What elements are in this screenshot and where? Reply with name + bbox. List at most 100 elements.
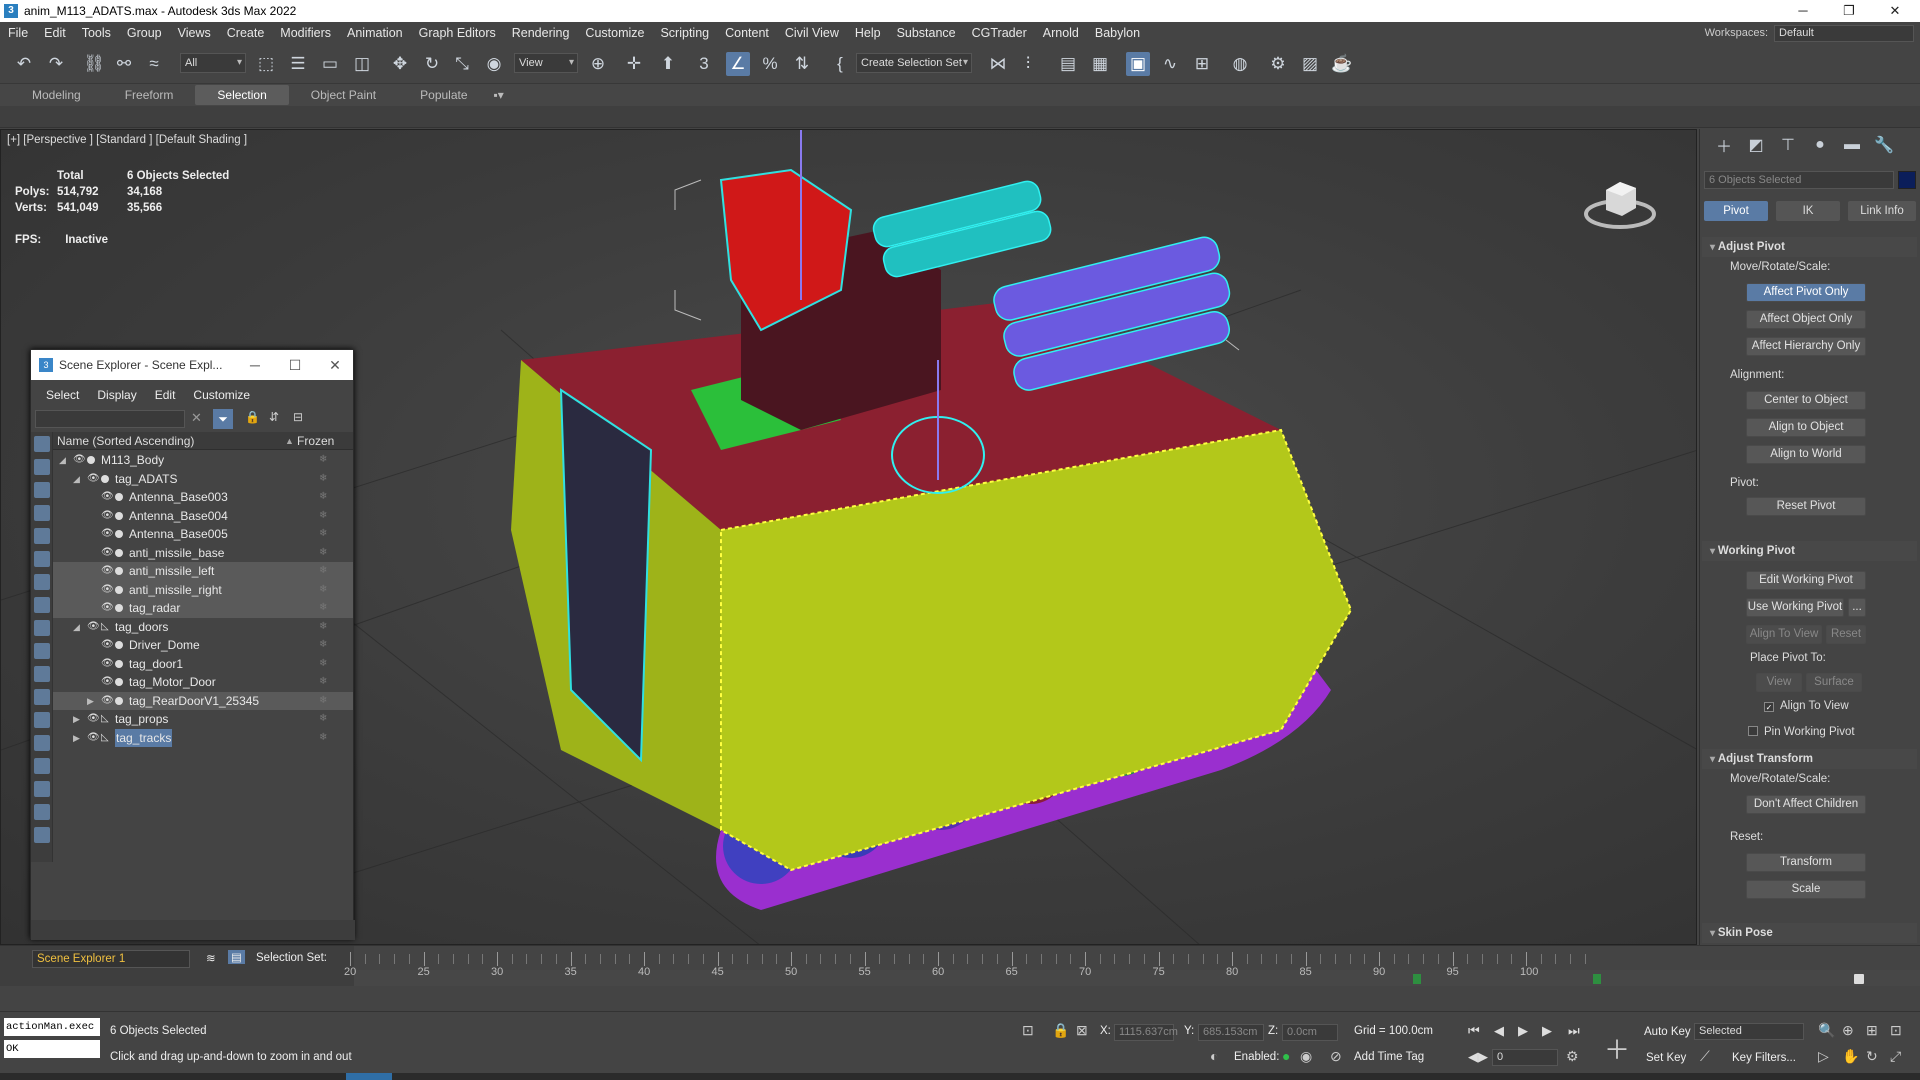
display-tab-icon[interactable]: ▬	[1836, 136, 1868, 154]
filter-spacewarps-icon[interactable]	[33, 551, 50, 567]
reset-scale-button[interactable]: Scale	[1746, 880, 1866, 899]
next-frame-icon[interactable]: ▶	[1542, 1023, 1552, 1039]
visibility-eye-icon[interactable]: 👁	[101, 636, 114, 655]
frozen-toggle-icon[interactable]: ❄	[319, 636, 327, 655]
visibility-eye-icon[interactable]: 👁	[101, 599, 114, 618]
scene-explorer-toggle-icon[interactable]: ▤	[228, 950, 245, 964]
align-to-view-button[interactable]: Align To View	[1746, 625, 1822, 644]
isolate-selection-icon[interactable]: ⊡	[1022, 1022, 1034, 1039]
keyframe-marker[interactable]	[1413, 974, 1421, 984]
edit-named-sets-icon[interactable]: {	[828, 52, 852, 76]
collapse-arrow-icon[interactable]: ◢	[73, 470, 83, 489]
time-slider-handle[interactable]	[1854, 974, 1864, 984]
keyframe-marker[interactable]	[1593, 974, 1601, 984]
key-mode-dropdown[interactable]: Selected	[1694, 1023, 1804, 1040]
auto-key-button[interactable]: Auto Key	[1644, 1026, 1691, 1038]
filter-particles-icon[interactable]	[33, 666, 50, 682]
tree-row[interactable]: 👁 anti_missile_base ❄	[53, 544, 353, 563]
set-key-big-icon[interactable]: ＋	[1604, 1030, 1630, 1067]
adjust-transform-header[interactable]: Adjust Transform	[1702, 749, 1917, 769]
menu-views[interactable]: Views	[170, 22, 219, 44]
frozen-toggle-icon[interactable]: ❄	[319, 710, 327, 729]
align-icon[interactable]: ⫶	[1016, 52, 1040, 76]
filter-invert-icon[interactable]	[33, 758, 50, 774]
scene-explorer-name-dropdown[interactable]: Scene Explorer 1	[32, 950, 190, 968]
time-configuration-icon[interactable]: ⚙	[1566, 1048, 1579, 1065]
key-tangent-icon[interactable]: ⟋	[1700, 1048, 1710, 1065]
scene-explorer-minimize-button[interactable]: ─	[237, 350, 273, 380]
named-selection-sets-dropdown[interactable]: Create Selection Set	[856, 53, 972, 73]
filter-funnel2-icon[interactable]	[33, 804, 50, 820]
close-button[interactable]: ✕	[1872, 0, 1918, 22]
snaps-toggle-icon[interactable]: 3	[692, 52, 716, 76]
frozen-toggle-icon[interactable]: ❄	[319, 729, 327, 748]
tab-object-paint[interactable]: Object Paint	[289, 85, 398, 105]
menu-graph-editors[interactable]: Graph Editors	[411, 22, 504, 44]
rect-selection-icon[interactable]: ▭	[318, 52, 342, 76]
place-pivot-view-button[interactable]: View	[1756, 673, 1802, 692]
spinner-snap-icon[interactable]: ⇅	[790, 52, 814, 76]
visibility-eye-icon[interactable]: 👁	[101, 673, 114, 692]
play-icon[interactable]: ▶	[1518, 1023, 1528, 1039]
menu-scripting[interactable]: Scripting	[652, 22, 717, 44]
frozen-toggle-icon[interactable]: ❄	[319, 599, 327, 618]
tree-row[interactable]: ▶ 👁 ◺ tag_props ❄	[53, 710, 353, 729]
tree-row[interactable]: 👁 anti_missile_left ❄	[53, 562, 353, 581]
frozen-toggle-icon[interactable]: ❄	[319, 525, 327, 544]
menu-create[interactable]: Create	[219, 22, 273, 44]
pin-working-pivot-checkbox[interactable]: Pin Working Pivot	[1748, 726, 1855, 738]
visibility-eye-icon[interactable]: 👁	[101, 692, 114, 711]
place-pivot-surface-button[interactable]: Surface	[1806, 673, 1862, 692]
scene-explorer-maximize-button[interactable]: ☐	[277, 350, 313, 380]
column-frozen[interactable]: Frozen	[297, 432, 334, 450]
absolute-mode-icon[interactable]: ⊠	[1076, 1022, 1088, 1039]
working-pivot-header[interactable]: Working Pivot	[1702, 541, 1917, 561]
frozen-toggle-icon[interactable]: ❄	[319, 544, 327, 563]
maximize-viewport-icon[interactable]: ⤢	[1890, 1048, 1901, 1065]
filter-containers-icon[interactable]	[33, 643, 50, 659]
object-color-swatch[interactable]	[1898, 171, 1916, 189]
center-to-object-button[interactable]: Center to Object	[1746, 391, 1866, 410]
filter-funnel-icon[interactable]	[33, 781, 50, 797]
tree-row[interactable]: ◢ 👁 tag_ADATS ❄	[53, 470, 353, 489]
tree-row[interactable]: 👁 tag_Motor_Door ❄	[53, 673, 353, 692]
angle-snap-icon[interactable]: ∠	[726, 52, 750, 76]
render-setup-icon[interactable]: ⚙	[1266, 52, 1290, 76]
tree-row[interactable]: 👁 anti_missile_right ❄	[53, 580, 353, 599]
create-tab-icon[interactable]: ＋	[1708, 133, 1740, 157]
zoom-all-icon[interactable]: ⊕	[1842, 1022, 1854, 1039]
layer-explorer-icon[interactable]: ▦	[1088, 52, 1112, 76]
skin-pose-header[interactable]: Skin Pose	[1702, 923, 1917, 943]
affect-object-only-button[interactable]: Affect Object Only	[1746, 310, 1866, 329]
ribbon-toggle-icon[interactable]: ▣	[1126, 52, 1150, 76]
transform-gizmo-icon[interactable]: ✛	[622, 52, 646, 76]
filter-shapes-icon[interactable]	[33, 459, 50, 475]
tree-row[interactable]: ▶ 👁 ◺ tag_tracks ❄	[53, 728, 353, 748]
x-coordinate-field[interactable]: 1115.637cm	[1114, 1024, 1178, 1041]
filter-groups-icon[interactable]	[33, 574, 50, 590]
tab-modeling[interactable]: Modeling	[10, 85, 103, 105]
field-of-view-icon[interactable]: ▷	[1818, 1048, 1829, 1065]
se-menu-edit[interactable]: Edit	[146, 388, 185, 402]
menu-file[interactable]: File	[0, 22, 36, 44]
modify-tab-icon[interactable]: ◩	[1740, 135, 1772, 155]
menu-cgtrader[interactable]: CGTrader	[964, 22, 1035, 44]
current-frame-field[interactable]: 0	[1492, 1049, 1558, 1066]
y-coordinate-field[interactable]: 685.153cm	[1198, 1024, 1264, 1041]
sort-ascending-icon[interactable]: ▲	[285, 432, 294, 450]
link-icon[interactable]: ⛓	[82, 52, 106, 76]
sync-selection-icon[interactable]: ⇵	[269, 410, 279, 424]
mirror-icon[interactable]: ⋈	[986, 52, 1010, 76]
scene-explorer-close-button[interactable]: ✕	[317, 350, 353, 380]
align-to-object-button[interactable]: Align to Object	[1746, 418, 1866, 437]
redo-icon[interactable]: ↷	[44, 52, 68, 76]
scene-explorer-titlebar[interactable]: 3 Scene Explorer - Scene Expl... ─ ☐ ✕	[31, 350, 353, 380]
menu-help[interactable]: Help	[847, 22, 889, 44]
filter-visibility-icon[interactable]	[33, 689, 50, 705]
visibility-eye-icon[interactable]: 👁	[87, 729, 100, 748]
zoom-extents-all-icon[interactable]: ⊡	[1890, 1022, 1902, 1039]
frozen-toggle-icon[interactable]: ❄	[319, 655, 327, 674]
time-tag-toggle-icon[interactable]: ◉	[1300, 1048, 1312, 1065]
visibility-eye-icon[interactable]: 👁	[87, 618, 100, 637]
curve-editor-icon[interactable]: ∿	[1158, 52, 1182, 76]
